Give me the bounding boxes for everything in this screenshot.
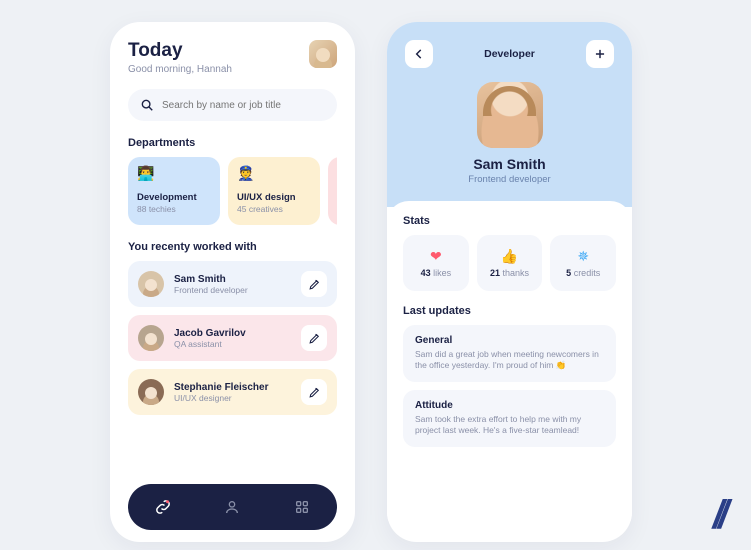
profile-screen: Developer Sam Smith Frontend developer S… xyxy=(387,22,632,542)
person-row[interactable]: Stephanie Fleischer UI/UX designer xyxy=(128,369,337,415)
tab-apps[interactable] xyxy=(292,497,312,517)
update-body: Sam took the extra effort to help me wit… xyxy=(415,414,604,437)
search-input[interactable] xyxy=(162,100,325,111)
stats-heading: Stats xyxy=(403,215,616,227)
header-title: Developer xyxy=(484,48,535,60)
person-name: Stephanie Fleischer xyxy=(174,382,291,393)
stat-label: 43 likes xyxy=(421,268,452,278)
department-card[interactable]: 👨‍💻 Development 88 techies xyxy=(128,157,220,225)
person-row[interactable]: Jacob Gavrilov QA assistant xyxy=(128,315,337,361)
person-row[interactable]: Sam Smith Frontend developer xyxy=(128,261,337,307)
update-body: Sam did a great job when meeting newcome… xyxy=(415,349,604,372)
profile-avatar[interactable] xyxy=(477,82,543,148)
recent-heading: You recenty worked with xyxy=(128,241,337,253)
update-card[interactable]: Attitude Sam took the extra effort to he… xyxy=(403,390,616,447)
stat-likes[interactable]: ❤ 43 likes xyxy=(403,235,469,291)
person-name: Jacob Gavrilov xyxy=(174,328,291,339)
departments-list: 👨‍💻 Development 88 techies 👮 UI/UX desig… xyxy=(128,157,337,225)
grid-icon xyxy=(294,499,310,515)
current-user-avatar[interactable] xyxy=(309,40,337,68)
tab-bar xyxy=(128,484,337,530)
update-title: General xyxy=(415,335,604,346)
search-field[interactable] xyxy=(128,89,337,121)
tab-people[interactable] xyxy=(222,497,242,517)
updates-heading: Last updates xyxy=(403,305,616,317)
person-avatar xyxy=(138,271,164,297)
department-count: 88 techies xyxy=(137,204,211,214)
pencil-icon xyxy=(308,386,321,399)
person-icon xyxy=(224,499,240,515)
department-emoji-icon: 👨‍💻 xyxy=(137,165,211,182)
edit-button[interactable] xyxy=(301,271,327,297)
person-role: QA assistant xyxy=(174,339,291,349)
add-button[interactable] xyxy=(586,40,614,68)
link-icon xyxy=(154,498,172,516)
profile-role: Frontend developer xyxy=(405,174,614,185)
back-button[interactable] xyxy=(405,40,433,68)
thumbs-up-icon: 👍 xyxy=(501,248,518,265)
departments-heading: Departments xyxy=(128,137,337,149)
person-role: Frontend developer xyxy=(174,285,291,295)
department-card[interactable]: 👮 UI/UX design 45 creatives xyxy=(228,157,320,225)
award-icon: ✵ xyxy=(577,248,589,265)
person-role: UI/UX designer xyxy=(174,393,291,403)
plus-icon xyxy=(593,47,607,61)
department-count: 45 creatives xyxy=(237,204,311,214)
search-icon xyxy=(140,98,154,112)
department-card[interactable]: 🤷 QA tes 24 chec xyxy=(328,157,337,225)
edit-button[interactable] xyxy=(301,379,327,405)
person-name: Sam Smith xyxy=(174,274,291,285)
heart-icon: ❤ xyxy=(430,248,442,265)
person-avatar xyxy=(138,325,164,351)
profile-name: Sam Smith xyxy=(405,156,614,172)
update-card[interactable]: General Sam did a great job when meeting… xyxy=(403,325,616,382)
brand-logo: // xyxy=(713,493,723,538)
recent-list: Sam Smith Frontend developer Jacob Gavri… xyxy=(128,261,337,415)
department-name: Development xyxy=(137,192,211,203)
department-emoji-icon: 👮 xyxy=(237,165,311,182)
pencil-icon xyxy=(308,278,321,291)
pencil-icon xyxy=(308,332,321,345)
tab-activity[interactable] xyxy=(153,497,173,517)
stat-credits[interactable]: ✵ 5 credits xyxy=(550,235,616,291)
update-title: Attitude xyxy=(415,400,604,411)
home-screen: Today Good morning, Hannah Departments 👨… xyxy=(110,22,355,542)
arrow-left-icon xyxy=(412,47,426,61)
page-title: Today xyxy=(128,40,232,62)
greeting-text: Good morning, Hannah xyxy=(128,64,232,75)
stat-thanks[interactable]: 👍 21 thanks xyxy=(477,235,543,291)
person-avatar xyxy=(138,379,164,405)
edit-button[interactable] xyxy=(301,325,327,351)
department-name: UI/UX design xyxy=(237,192,311,203)
stat-label: 21 thanks xyxy=(490,268,529,278)
stat-label: 5 credits xyxy=(566,268,600,278)
stats-row: ❤ 43 likes 👍 21 thanks ✵ 5 credits xyxy=(403,235,616,291)
